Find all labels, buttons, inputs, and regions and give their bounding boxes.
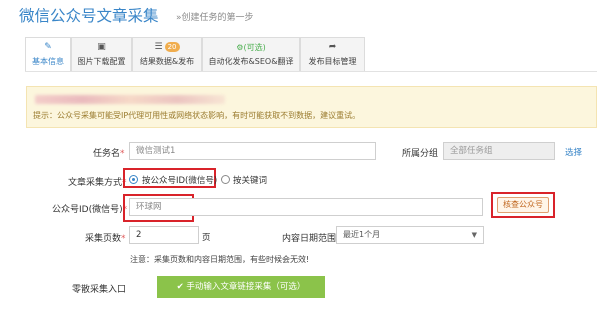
account-id-input[interactable]: 环球网 bbox=[129, 198, 483, 216]
page-subtitle: »创建任务的第一步 bbox=[176, 13, 254, 23]
date-range-select[interactable]: 最近1个月 ▼ bbox=[336, 226, 484, 244]
pages-input[interactable]: 2 bbox=[129, 226, 199, 244]
tab-label: 基本信息 bbox=[32, 57, 64, 66]
tab-label: 自动化发布&SEO&翻译 bbox=[208, 57, 294, 66]
pages-label: 采集页数* bbox=[85, 231, 126, 244]
page-title: 微信公众号文章采集 bbox=[19, 7, 159, 25]
redacted-text bbox=[35, 95, 225, 104]
pages-label-text: 采集页数 bbox=[85, 234, 122, 244]
account-id-label-text: 公众号ID(微信号) bbox=[52, 205, 123, 215]
check-account-button[interactable]: 核查公众号 bbox=[497, 197, 549, 213]
tab-label: 发布目标管理 bbox=[308, 57, 357, 66]
method-label: 文章采集方式* bbox=[68, 175, 127, 188]
date-range-value: 最近1个月 bbox=[343, 230, 381, 239]
method-label-text: 文章采集方式 bbox=[68, 178, 123, 188]
pages-note: 注意：采集页数和内容日期范围，有些时候会无效! bbox=[130, 255, 310, 264]
account-id-label: 公众号ID(微信号)* bbox=[52, 202, 127, 215]
required-mark: * bbox=[120, 149, 125, 159]
date-range-label: 内容日期范围 bbox=[282, 234, 337, 244]
notice-box: 提示：公众号采集可能受IP代理可用性或网络状态影响，有时可能获取不到数据，建议重… bbox=[26, 86, 597, 128]
database-icon-wrap: ☰ 20 bbox=[133, 41, 201, 54]
edit-icon: ✎ bbox=[44, 42, 52, 52]
pages-unit: 页 bbox=[202, 233, 211, 243]
optional-tag: (可选) bbox=[243, 43, 266, 52]
tab-result-data[interactable]: ☰ 20 结果数据&发布 bbox=[132, 37, 202, 71]
tab-label: 图片下载配置 bbox=[77, 57, 126, 66]
radio-by-account-id-label[interactable]: 按公众号ID(微信号) bbox=[142, 174, 217, 186]
tab-publish-targets[interactable]: ➦ 发布目标管理 bbox=[300, 37, 365, 71]
manual-link-button[interactable]: ✔ 手动输入文章链接采集（可选） bbox=[157, 276, 325, 298]
caret-down-icon: ▼ bbox=[471, 231, 477, 239]
required-mark: * bbox=[121, 234, 126, 244]
manual-entry-label: 零散采集入口 bbox=[72, 285, 127, 295]
task-name-label-text: 任务名 bbox=[93, 149, 121, 159]
task-name-input[interactable]: 微信测试1 bbox=[129, 142, 376, 160]
tab-label: 结果数据&发布 bbox=[139, 57, 195, 66]
gears-icon-wrap: ⚙(可选) bbox=[203, 41, 299, 54]
tab-basic-info[interactable]: ✎ 基本信息 bbox=[25, 37, 71, 72]
task-name-label: 任务名* bbox=[93, 146, 125, 159]
tab-bar: ✎ 基本信息 ▣ 图片下载配置 ☰ 20 结果数据&发布 ⚙(可选) 自动化发布&… bbox=[25, 37, 365, 72]
share-icon: ➦ bbox=[328, 42, 337, 52]
radio-by-keyword[interactable] bbox=[221, 175, 230, 184]
group-label: 所属分组 bbox=[402, 149, 439, 159]
notice-tip: 提示：公众号采集可能受IP代理可用性或网络状态影响，有时可能获取不到数据，建议重… bbox=[33, 111, 361, 120]
select-group-link[interactable]: 选择 bbox=[565, 146, 582, 158]
image-icon: ▣ bbox=[97, 42, 106, 52]
radio-by-keyword-label[interactable]: 按关键词 bbox=[233, 174, 267, 186]
result-count-badge: 20 bbox=[164, 41, 180, 52]
tab-image-download[interactable]: ▣ 图片下载配置 bbox=[71, 37, 132, 71]
tab-auto-publish[interactable]: ⚙(可选) 自动化发布&SEO&翻译 bbox=[202, 37, 300, 71]
radio-by-account-id[interactable] bbox=[129, 175, 138, 184]
group-field: 全部任务组 bbox=[443, 142, 555, 160]
database-icon: ☰ bbox=[154, 42, 163, 52]
